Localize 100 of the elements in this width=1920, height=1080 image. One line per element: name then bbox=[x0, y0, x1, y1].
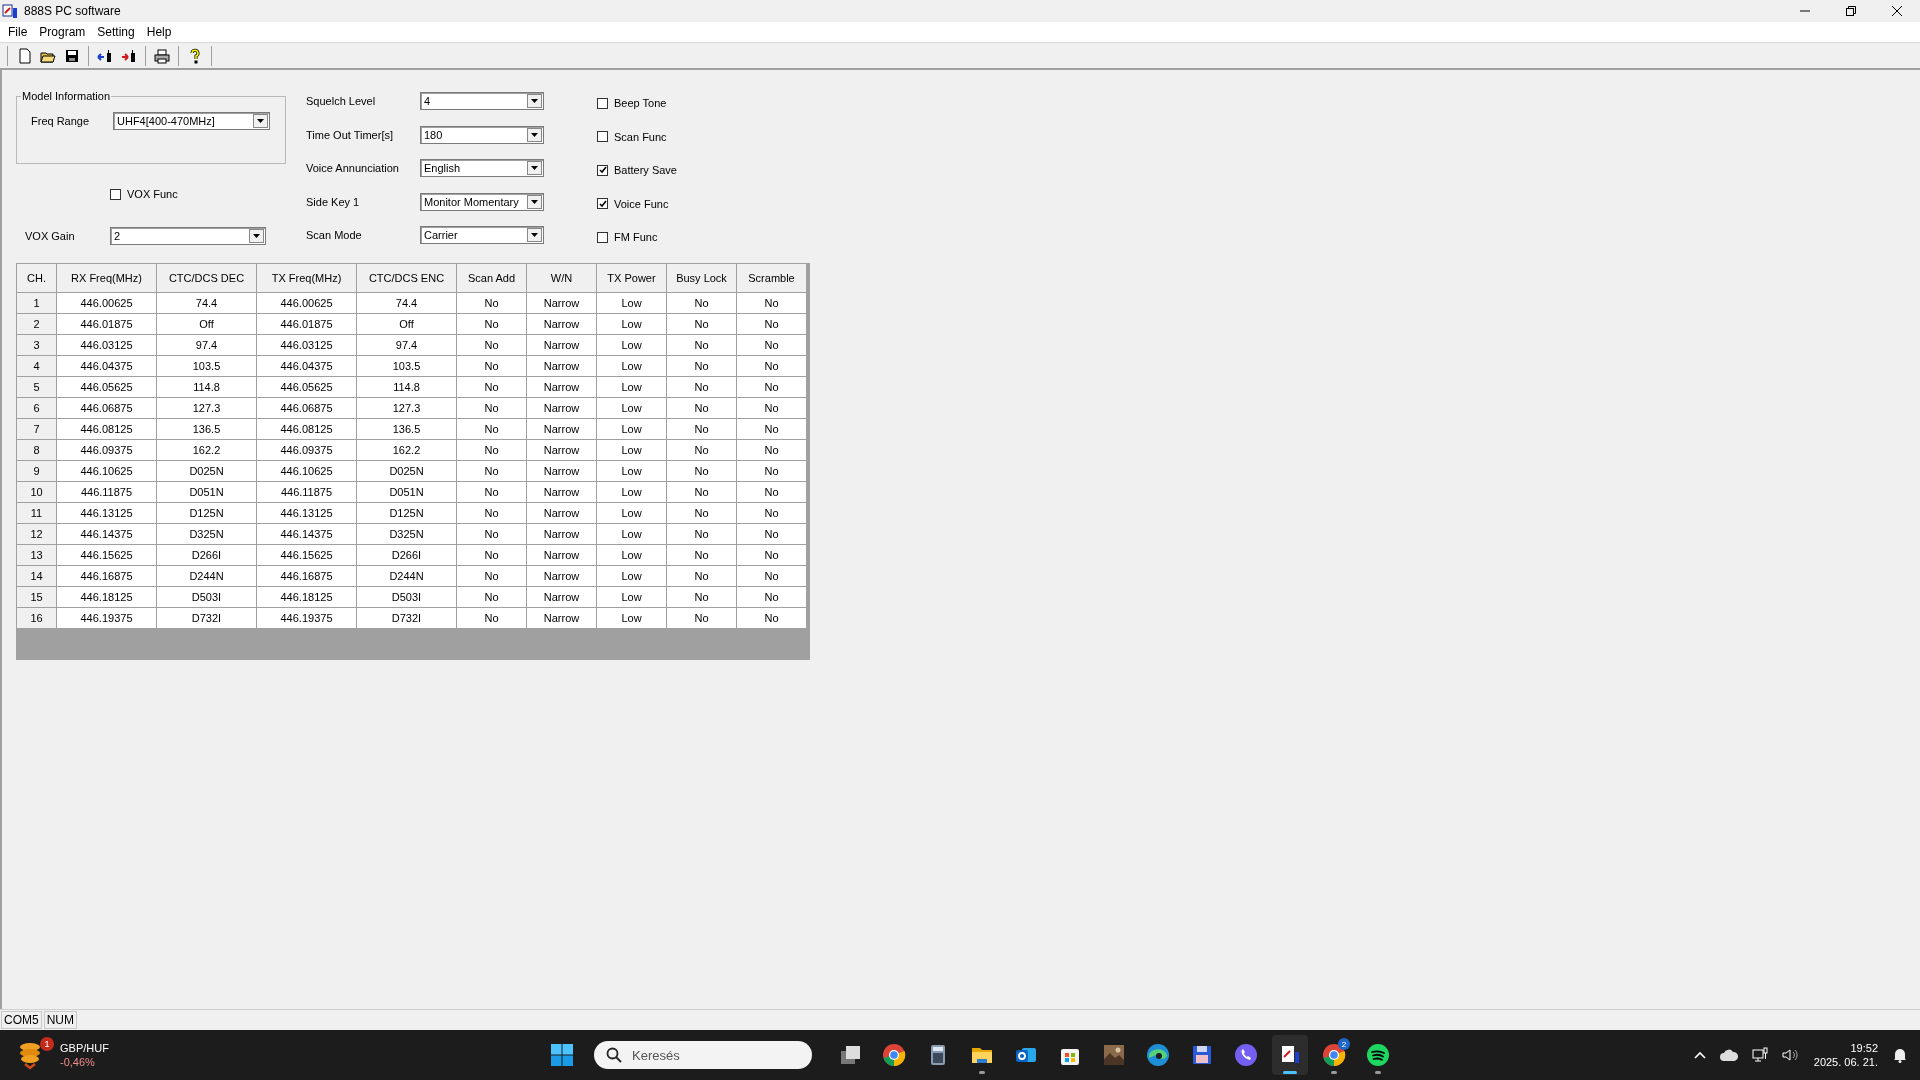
table-cell[interactable]: 446.18125 bbox=[57, 587, 157, 608]
table-cell[interactable]: No bbox=[457, 419, 527, 440]
table-cell[interactable]: D025N bbox=[357, 461, 457, 482]
table-cell[interactable]: 446.06875 bbox=[57, 398, 157, 419]
table-cell[interactable]: D266I bbox=[357, 545, 457, 566]
column-header[interactable]: CTC/DCS DEC bbox=[157, 264, 257, 293]
table-cell[interactable]: No bbox=[737, 524, 807, 545]
table-cell[interactable]: 446.13125 bbox=[57, 503, 157, 524]
clock[interactable]: 19:52 2025. 06. 21. bbox=[1813, 1042, 1878, 1068]
table-cell[interactable]: Narrow bbox=[527, 440, 597, 461]
menu-item[interactable]: Help bbox=[140, 22, 178, 42]
table-cell[interactable]: No bbox=[457, 524, 527, 545]
table-cell[interactable]: No bbox=[457, 356, 527, 377]
table-cell[interactable]: No bbox=[667, 398, 737, 419]
table-cell[interactable]: 446.16875 bbox=[57, 566, 157, 587]
dropdown-button[interactable] bbox=[249, 229, 264, 243]
table-cell[interactable]: Narrow bbox=[527, 419, 597, 440]
table-cell[interactable]: 446.04375 bbox=[57, 356, 157, 377]
search-field[interactable]: Keresés bbox=[594, 1041, 812, 1069]
table-cell[interactable]: No bbox=[737, 503, 807, 524]
table-cell[interactable]: No bbox=[457, 398, 527, 419]
table-cell[interactable]: 446.01875 bbox=[57, 314, 157, 335]
table-cell[interactable]: 446.14375 bbox=[57, 524, 157, 545]
table-cell[interactable]: Low bbox=[597, 293, 667, 314]
table-cell[interactable]: 446.16875 bbox=[257, 566, 357, 587]
table-cell[interactable]: 446.05625 bbox=[57, 377, 157, 398]
table-cell[interactable]: 446.18125 bbox=[257, 587, 357, 608]
table-cell[interactable]: D732I bbox=[357, 608, 457, 629]
menu-item[interactable]: Program bbox=[33, 22, 92, 42]
table-cell[interactable]: Narrow bbox=[527, 608, 597, 629]
table-cell[interactable]: No bbox=[457, 503, 527, 524]
column-header[interactable]: TX Freq(MHz) bbox=[257, 264, 357, 293]
dropdown-field[interactable]: English bbox=[420, 159, 544, 177]
table-cell[interactable]: 446.14375 bbox=[257, 524, 357, 545]
table-cell[interactable]: 446.11875 bbox=[257, 482, 357, 503]
table-cell[interactable]: No bbox=[737, 419, 807, 440]
table-cell[interactable]: No bbox=[457, 314, 527, 335]
table-cell[interactable]: No bbox=[737, 356, 807, 377]
table-cell[interactable]: Low bbox=[597, 503, 667, 524]
table-cell[interactable]: Low bbox=[597, 335, 667, 356]
table-cell[interactable]: 446.00625 bbox=[57, 293, 157, 314]
column-header[interactable]: RX Freq(MHz) bbox=[57, 264, 157, 293]
table-cell[interactable]: D266I bbox=[157, 545, 257, 566]
table-cell[interactable]: No bbox=[737, 587, 807, 608]
table-cell[interactable]: No bbox=[737, 335, 807, 356]
column-header[interactable]: CTC/DCS ENC bbox=[357, 264, 457, 293]
taskbar-app-button[interactable]: 2 bbox=[1316, 1035, 1352, 1075]
table-cell[interactable]: Narrow bbox=[527, 545, 597, 566]
widget-title[interactable]: GBP/HUF bbox=[60, 1042, 109, 1054]
table-cell[interactable]: 162.2 bbox=[357, 440, 457, 461]
table-cell[interactable]: D125N bbox=[157, 503, 257, 524]
dropdown-button[interactable] bbox=[253, 114, 268, 128]
table-cell[interactable]: No bbox=[667, 356, 737, 377]
table-cell[interactable]: D244N bbox=[357, 566, 457, 587]
table-cell[interactable]: No bbox=[457, 440, 527, 461]
table-cell[interactable]: 136.5 bbox=[157, 419, 257, 440]
table-cell[interactable]: Low bbox=[597, 608, 667, 629]
table-cell[interactable]: Narrow bbox=[527, 524, 597, 545]
table-cell[interactable]: Low bbox=[597, 587, 667, 608]
dropdown-field[interactable]: 180 bbox=[420, 125, 544, 144]
table-cell[interactable]: No bbox=[667, 335, 737, 356]
table-cell[interactable]: No bbox=[737, 608, 807, 629]
table-cell[interactable]: No bbox=[737, 461, 807, 482]
table-cell[interactable]: No bbox=[667, 566, 737, 587]
dropdown-button[interactable] bbox=[527, 161, 542, 175]
table-cell[interactable]: 74.4 bbox=[357, 293, 457, 314]
table-cell[interactable]: No bbox=[457, 461, 527, 482]
table-cell[interactable]: No bbox=[737, 566, 807, 587]
table-cell[interactable]: Narrow bbox=[527, 566, 597, 587]
table-cell[interactable]: D325N bbox=[357, 524, 457, 545]
checkbox[interactable] bbox=[597, 131, 608, 142]
table-cell[interactable]: No bbox=[737, 398, 807, 419]
table-cell[interactable]: No bbox=[737, 293, 807, 314]
table-cell[interactable]: Narrow bbox=[527, 377, 597, 398]
table-cell[interactable]: 127.3 bbox=[357, 398, 457, 419]
table-cell[interactable]: No bbox=[737, 377, 807, 398]
dropdown-field[interactable]: UHF4[400-470MHz] bbox=[113, 112, 270, 130]
table-cell[interactable]: D051N bbox=[157, 482, 257, 503]
table-cell[interactable]: Narrow bbox=[527, 587, 597, 608]
table-cell[interactable]: Low bbox=[597, 566, 667, 587]
checkbox[interactable] bbox=[110, 188, 121, 200]
table-cell[interactable]: No bbox=[457, 377, 527, 398]
notification-bell-icon[interactable] bbox=[1892, 1047, 1908, 1063]
dropdown-button[interactable] bbox=[527, 127, 542, 142]
table-cell[interactable]: Low bbox=[597, 314, 667, 335]
table-cell[interactable]: No bbox=[667, 524, 737, 545]
table-cell[interactable]: No bbox=[457, 587, 527, 608]
table-cell[interactable]: Narrow bbox=[527, 398, 597, 419]
table-cell[interactable]: D325N bbox=[157, 524, 257, 545]
table-cell[interactable]: 127.3 bbox=[157, 398, 257, 419]
table-cell[interactable]: No bbox=[667, 482, 737, 503]
dropdown-field[interactable]: 4 bbox=[420, 92, 544, 110]
table-cell[interactable]: No bbox=[457, 482, 527, 503]
table-cell[interactable]: Off bbox=[357, 314, 457, 335]
dropdown-field[interactable]: 2 bbox=[110, 227, 266, 245]
table-cell[interactable]: No bbox=[737, 545, 807, 566]
table-cell[interactable]: Narrow bbox=[527, 461, 597, 482]
column-header[interactable]: W/N bbox=[527, 264, 597, 293]
column-header[interactable]: Scan Add bbox=[457, 264, 527, 293]
table-cell[interactable]: 446.09375 bbox=[257, 440, 357, 461]
